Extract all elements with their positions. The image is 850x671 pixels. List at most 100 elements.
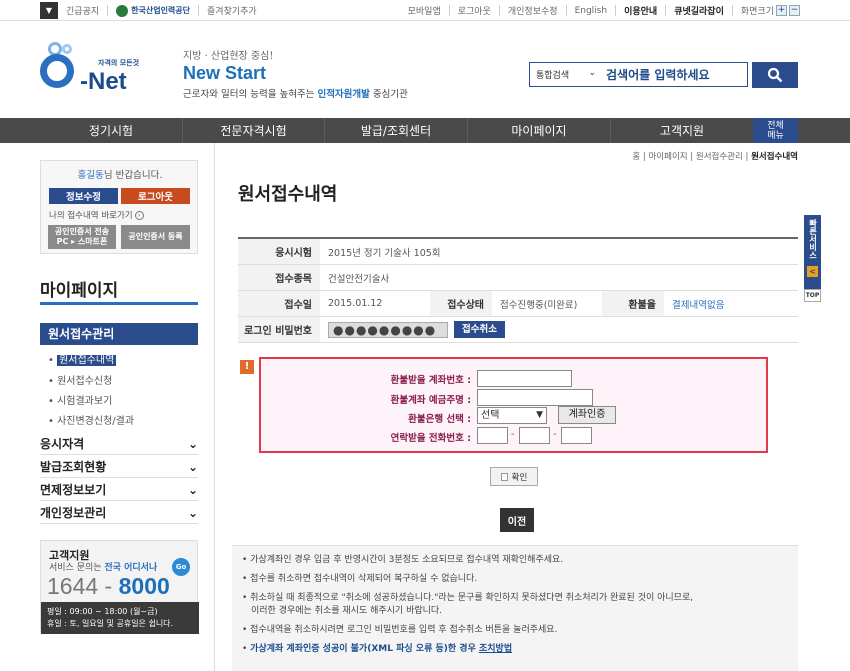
chevron-down-icon: ⌄ [187,483,198,497]
account-holder-input[interactable] [477,389,593,406]
nav-issuance-center[interactable]: 발급/조회센터 [324,118,467,143]
search-category-select[interactable]: 통합검색 ⌄ [530,68,602,81]
lnb-issuance-status[interactable]: 발급조회현황 ⌄ [40,456,198,478]
note-item: • 접수를 취소하면 접수내역이 삭제되어 복구하실 수 없습니다. [242,574,478,584]
exam-label: 응시시험 [238,239,320,264]
phone-input-2[interactable] [519,427,550,444]
top-left-links: ▼ 긴급공지 한국산업인력공단 즐겨찾기추가 [40,2,257,19]
lnb-exemption-info[interactable]: 면제정보보기 ⌄ [40,479,198,501]
verify-account-button[interactable]: 계좌인증 [558,406,616,424]
divider [665,5,667,16]
org-name: 한국산업인력공단 [131,6,191,15]
refund-rate-label: 환불율 [602,291,664,316]
cs-go-button[interactable]: Go [172,558,190,576]
lnb-sub-exam-results[interactable]: • 시험결과보기 [48,392,112,407]
edit-info-button[interactable]: 정보수정 [49,188,118,204]
chevron-down-icon[interactable]: ▼ [40,2,58,19]
phone-input-3[interactable] [561,427,592,444]
password-field[interactable]: ●●●●●●●●● [328,321,448,338]
zoom-in-button[interactable]: + [776,5,787,16]
note-item-cont: 이러한 경우에는 취소를 재시도 해주시기 바랍니다. [251,606,443,616]
top-button[interactable]: TOP [804,289,821,302]
account-label: 환불받을 계좌번호 : [390,375,471,386]
logout-button[interactable]: 로그아웃 [121,188,190,204]
lnb-sub-application-history[interactable]: • 원서접수내역 [48,351,117,366]
nav-regular-exam[interactable]: 정기시험 [40,118,182,143]
holder-label: 환불계좌 예금주명 : [390,395,471,406]
logout-link[interactable]: 로그아웃 [458,4,491,17]
breadcrumb-app-mgmt[interactable]: 원서접수관리 [696,152,743,162]
divider [615,5,617,16]
user-box: 홍길동님 반갑습니다. 정보수정 로그아웃 나의 접수내역 바로가기 › 공인인증… [40,160,198,254]
nav-customer-support[interactable]: 고객지원 [610,118,753,143]
slogan-line-1: 지방 · 산업현장 중심! [183,51,274,62]
previous-button[interactable]: 이전 [500,508,534,532]
search-icon [767,67,783,83]
phone-dash: - [511,429,515,440]
status-label: 접수상태 [430,291,492,316]
notes-box: • 가상계좌인 경우 입금 후 반영시간이 3분정도 소요되므로 접수내역 재확… [232,545,798,671]
search-bar: 통합검색 ⌄ 검색어를 입력하세요 [529,62,748,87]
doc-icon [500,472,508,481]
arrow-left-icon[interactable]: < [807,266,818,277]
date-label: 접수일 [238,291,320,316]
fix-method-link[interactable]: 조치방법 [479,644,512,654]
mobile-app-link[interactable]: 모바일앱 [408,4,441,17]
status-value: 접수진행중(미완료) [500,299,578,311]
slogan-line-3: 근로자와 일터의 능력을 높혀주는 인적자원개발 중심기관 [183,89,408,100]
qnet-logo[interactable]: 자격의 모든것 -Net [38,42,139,102]
divider [40,302,198,305]
all-menu-button[interactable]: 전체 메뉴 [753,118,798,143]
edit-profile-link[interactable]: 개인정보수정 [508,4,558,17]
cert-transfer-button[interactable]: 공인인증서 전송 PC ▸ 스마트폰 [48,225,116,249]
divider [214,143,215,671]
lnb-personal-info[interactable]: 개인정보관리 ⌄ [40,502,198,524]
notice-link[interactable]: 긴급공지 [66,4,99,17]
chevron-down-icon: ⌄ [187,506,198,520]
my-applications-shortcut[interactable]: 나의 접수내역 바로가기 › [49,209,144,221]
search-button[interactable] [752,62,798,88]
divider [448,5,450,16]
alert-icon: ! [240,360,254,374]
search-input[interactable]: 검색어를 입력하세요 [602,66,710,83]
zoom-label: 화면크기 [740,7,774,17]
top-right-links: 모바일앱 로그아웃 개인정보수정 English 이용안내 큐넷길라잡이 화면크… [408,4,800,17]
zoom-out-button[interactable]: − [789,5,800,16]
nav-professional-exam[interactable]: 전문자격시험 [182,118,324,143]
arrow-right-icon: › [134,210,144,220]
logo-q-icon [40,54,74,88]
divider [198,5,200,16]
phone-input-1[interactable] [477,427,508,444]
bookmark-link[interactable]: 즐겨찾기추가 [207,4,257,17]
main-navigation: 정기시험 전문자격시험 발급/조회센터 마이페이지 고객지원 전체 메뉴 [0,118,850,143]
note-item: • 취소하실 때 최종적으로 "취소에 성공하셨습니다."라는 문구를 확인하지… [242,593,694,603]
customer-support-box: 고객지원 서비스 문의는 전국 어디서나 Go 1644 - 8000 평일 :… [40,540,199,634]
cancel-application-button[interactable]: 접수취소 [454,321,505,338]
breadcrumb-mypage[interactable]: 마이페이지 [648,152,687,162]
chevron-down-icon: ⌄ [187,460,198,474]
org-logo[interactable]: 한국산업인력공단 [116,4,191,17]
chevron-down-icon: ⌄ [588,68,596,78]
org-logo-icon [116,4,129,17]
guide-link[interactable]: 이용안내 [624,4,657,17]
note-item: • 접수내역을 취소하시려면 로그인 비밀번호를 입력 후 접수취소 버튼을 눌… [242,625,558,635]
bank-select[interactable]: 선택 ▼ [477,407,547,424]
lnb-sub-application-request[interactable]: • 원서접수신청 [48,372,112,387]
qnet-guide-link[interactable]: 큐넷길라잡이 [674,4,724,17]
confirm-button[interactable]: 확인 [490,467,538,486]
cs-phone-number: 1644 - 8000 [47,573,170,599]
phone-label: 연락받을 전화번호 : [390,433,471,444]
lnb-application-management[interactable]: 원서접수관리 [40,323,198,345]
slogan: 지방 · 산업현장 중심! New Start 근로자와 일터의 능력을 높혀주… [183,47,408,100]
english-link[interactable]: English [575,6,608,16]
breadcrumb-home[interactable]: 홈 [632,152,640,162]
cs-hours: 평일 : 09:00 ~ 18:00 (월~금) 휴일 : 토, 일요일 및 공휴… [41,602,199,634]
password-label: 로그인 비밀번호 [238,317,320,342]
refund-rate-value: 결제내역없음 [672,299,725,311]
nav-mypage[interactable]: 마이페이지 [467,118,610,143]
cert-register-button[interactable]: 공인인증서 등록 [121,225,190,249]
account-number-input[interactable] [477,370,572,387]
lnb-qualification[interactable]: 응시자격 ⌄ [40,433,198,455]
logo-text: -Net [80,68,127,95]
lnb-sub-photo-change[interactable]: • 사진변경신청/결과 [48,412,134,427]
